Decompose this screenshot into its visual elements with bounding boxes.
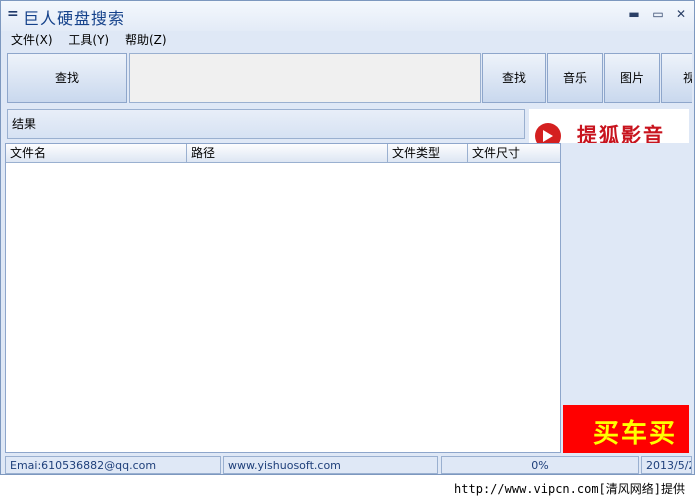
column-filename[interactable]: 文件名	[6, 144, 187, 162]
app-window: = 巨人硬盘搜索 ▬ ▭ ✕ 文件(X) 工具(Y) 帮助(Z) 查找 查找 音…	[0, 0, 695, 475]
column-path[interactable]: 路径	[187, 144, 388, 162]
minimize-icon[interactable]: ▬	[625, 7, 643, 23]
tab-images[interactable]: 图片	[604, 53, 660, 103]
menu-help[interactable]: 帮助(Z)	[119, 31, 173, 49]
maximize-icon[interactable]: ▭	[649, 7, 667, 23]
results-label: 结果	[7, 109, 525, 139]
ad-car-text: 买车买	[593, 419, 678, 449]
column-filetype[interactable]: 文件类型	[388, 144, 468, 162]
status-email: Emai:610536882@qq.com	[5, 456, 221, 474]
status-date: 2013/5/2	[641, 456, 692, 474]
results-list[interactable]: 文件名 路径 文件类型 文件尺寸	[5, 143, 561, 453]
close-icon[interactable]: ✕	[672, 7, 690, 23]
column-filesize[interactable]: 文件尺寸	[468, 144, 560, 162]
ad-logo-text: 提狐影音	[577, 123, 665, 143]
ad-logo-banner[interactable]: 提狐影音	[529, 109, 689, 143]
system-menu-icon[interactable]: =	[7, 6, 19, 22]
status-website[interactable]: www.yishuosoft.com	[223, 456, 438, 474]
toolbar: 查找 查找 音乐 图片 视	[5, 51, 692, 105]
watermark-text: http://www.vipcn.com[清风网络]提供	[454, 482, 685, 496]
ad-car-banner[interactable]: 买车买	[563, 405, 689, 453]
window-title: 巨人硬盘搜索	[23, 9, 126, 28]
menu-tools[interactable]: 工具(Y)	[62, 31, 115, 49]
logo-play-icon	[535, 123, 561, 143]
status-progress: 0%	[441, 456, 639, 474]
tab-video[interactable]: 视	[661, 53, 692, 103]
list-header: 文件名 路径 文件类型 文件尺寸	[6, 144, 560, 163]
menu-file[interactable]: 文件(X)	[5, 31, 59, 49]
search-button[interactable]: 查找	[7, 53, 127, 103]
tab-search[interactable]: 查找	[482, 53, 546, 103]
watermark-strip: http://www.vipcn.com[清风网络]提供	[0, 475, 695, 502]
tab-music[interactable]: 音乐	[547, 53, 603, 103]
menu-bar: 文件(X) 工具(Y) 帮助(Z)	[5, 31, 173, 49]
status-bar: Emai:610536882@qq.com www.yishuosoft.com…	[5, 456, 692, 474]
search-input[interactable]	[129, 53, 481, 103]
title-bar[interactable]: = 巨人硬盘搜索 ▬ ▭ ✕	[1, 1, 694, 31]
